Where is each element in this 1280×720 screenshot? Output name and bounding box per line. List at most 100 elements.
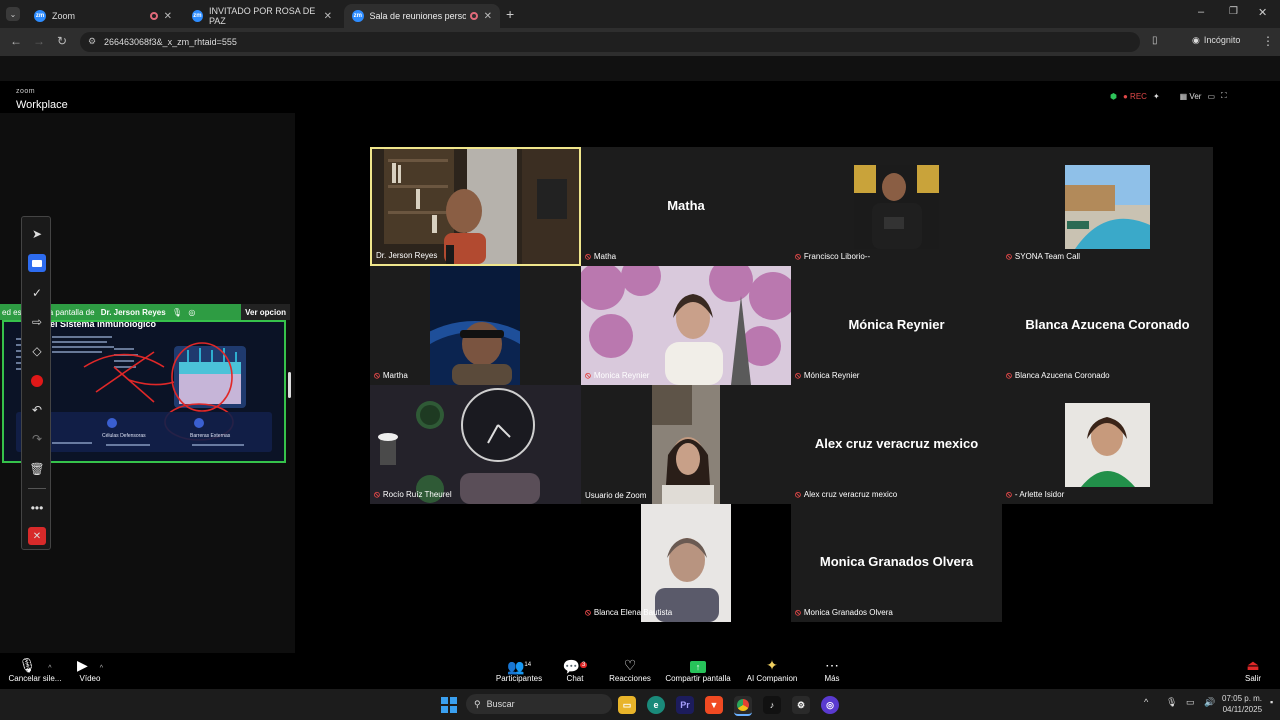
pointer-arrow-icon[interactable]: ➤: [28, 225, 46, 243]
fullscreen-icon[interactable]: ⛶: [1221, 91, 1227, 101]
video-feed: [430, 266, 520, 385]
tab-label: INVITADO POR ROSA DE PAZ: [208, 6, 316, 26]
tab-zoom[interactable]: zm Zoom ✕: [26, 4, 180, 28]
system-clock[interactable]: 07:05 p. m. 04/11/2025: [1222, 693, 1262, 715]
redo-icon[interactable]: ↷: [28, 430, 46, 448]
tray-chevron-icon[interactable]: ^: [1144, 697, 1148, 707]
tab-sala-reuniones[interactable]: zm Sala de reuniones personal ✕: [344, 4, 500, 28]
participant-display-name: Mónica Reynier: [848, 316, 945, 332]
panel-resize-handle[interactable]: [288, 372, 291, 398]
eraser-icon[interactable]: ◇: [28, 342, 46, 360]
more-dots-icon[interactable]: •••: [28, 499, 46, 517]
notifications-icon[interactable]: ▪: [1270, 697, 1273, 707]
meeting-top-controls: ⬢ ● REC ✦ ▦ Ver ▭ ⛶: [1110, 91, 1227, 101]
close-icon[interactable]: ✕: [484, 11, 492, 22]
tab-label: Zoom: [52, 11, 76, 21]
chrome-icon[interactable]: [734, 696, 752, 716]
participant-tile[interactable]: ⦸ SYONA Team Call: [1002, 147, 1213, 266]
participant-name: Dr. Jerson Reyes: [376, 251, 437, 260]
tab-label: Sala de reuniones personal: [369, 11, 466, 21]
participants-count: 14: [524, 662, 532, 668]
participant-tile[interactable]: ⦸ Martha: [370, 266, 581, 385]
tiktok-icon[interactable]: ♪: [763, 696, 781, 714]
tray-microphone-icon[interactable]: 🎙: [1166, 697, 1177, 708]
participant-tile[interactable]: ⦸ Blanca Elena Bautista: [581, 504, 791, 622]
reactions-label: Reacciones: [609, 674, 651, 683]
participant-name-text: Matha: [593, 252, 617, 261]
checkmark-stamp-icon[interactable]: ✓: [28, 284, 46, 302]
muted-mic-icon: 🎙: [171, 307, 183, 317]
muted-mic-icon: ⦸: [585, 370, 591, 380]
close-annotation-icon[interactable]: ✕: [28, 527, 46, 545]
volume-icon[interactable]: 🔊: [1204, 697, 1215, 708]
video-button[interactable]: ▶ ^ Vídeo: [55, 656, 125, 683]
tab-search-button[interactable]: ⌄: [6, 7, 20, 21]
rectangle-shape-icon[interactable]: [28, 254, 46, 272]
muted-mic-icon: ⦸: [374, 370, 380, 380]
page-top-gap: [0, 56, 1280, 81]
participant-tile[interactable]: Monica Granados Olvera ⦸ Monica Granados …: [791, 504, 1002, 622]
participant-name: ⦸ Martha: [374, 370, 408, 381]
security-shield-icon[interactable]: ⬢: [1110, 92, 1117, 101]
file-explorer-icon[interactable]: ▭: [618, 696, 636, 714]
pip-icon[interactable]: ▭: [1207, 92, 1215, 101]
participant-tile[interactable]: Mónica Reynier ⦸ Mónica Reynier: [791, 266, 1002, 385]
network-icon[interactable]: ▭: [1186, 697, 1195, 708]
ai-sparkle-icon[interactable]: ✦: [1153, 92, 1160, 101]
forward-icon[interactable]: →: [33, 34, 45, 48]
edge-icon[interactable]: e: [647, 696, 665, 714]
app-icon[interactable]: ◎: [821, 696, 839, 714]
participant-name: ⦸ Monica Granados Olvera: [795, 607, 893, 618]
video-feed: [581, 266, 791, 385]
windows-start-icon[interactable]: [440, 696, 458, 714]
participant-name-text: Mónica Reynier: [803, 371, 860, 380]
address-bar[interactable]: ⚙ 266463068f3&_x_zm_rhtaid=555: [80, 32, 1140, 52]
participant-tile[interactable]: ⦸ Rocío Ruíz Theurel: [370, 385, 581, 504]
minimize-icon[interactable]: –: [1198, 6, 1204, 18]
reload-icon[interactable]: ↻: [57, 34, 67, 48]
participant-tile[interactable]: Blanca Azucena Coronado ⦸ Blanca Azucena …: [1002, 266, 1213, 385]
participant-tile[interactable]: Matha ⦸ Matha: [581, 147, 791, 266]
share-screen-button[interactable]: ↑ Compartir pantalla: [658, 656, 738, 683]
arrow-right-icon[interactable]: ⇨: [28, 313, 46, 331]
participant-tile[interactable]: Usuario de Zoom: [581, 385, 791, 504]
participant-tile[interactable]: ⦸ - Arlette Isidor: [1002, 385, 1213, 504]
view-options-button[interactable]: Ver opcion: [241, 304, 290, 320]
toolbar-divider: [28, 488, 46, 489]
new-tab-icon[interactable]: +: [506, 6, 514, 22]
browser-tab-bar: ⌄ zm Zoom ✕ zm INVITADO POR ROSA DE PAZ …: [0, 0, 1280, 28]
window-close-icon[interactable]: ✕: [1258, 6, 1267, 19]
incognito-indicator[interactable]: ◉ Incógnito: [1192, 35, 1240, 46]
close-icon[interactable]: ✕: [324, 11, 332, 22]
participant-tile[interactable]: ⦸ Monica Reynier: [581, 266, 791, 385]
recording-badge[interactable]: ● REC: [1123, 92, 1147, 101]
taskbar-search[interactable]: ⚲ Buscar: [466, 694, 612, 714]
brave-icon[interactable]: ▼: [705, 696, 723, 714]
participant-tile[interactable]: Dr. Jerson Reyes: [370, 147, 581, 266]
profile-picture: [854, 165, 939, 249]
site-info-icon[interactable]: ⚙: [88, 36, 96, 47]
clock-date: 04/11/2025: [1222, 705, 1263, 714]
back-icon[interactable]: ←: [10, 34, 22, 48]
more-label: Más: [824, 674, 840, 683]
restore-icon[interactable]: ❐: [1229, 6, 1238, 17]
participant-name: ⦸ Alex cruz veracruz mexico: [795, 489, 897, 500]
more-button[interactable]: ⋯ Más: [797, 656, 867, 683]
close-icon[interactable]: ✕: [164, 11, 172, 22]
reading-mode-icon[interactable]: ▯: [1152, 35, 1158, 46]
reactions-button[interactable]: ♡ Reacciones: [595, 656, 665, 683]
settings-icon[interactable]: ⚙: [792, 696, 810, 714]
view-button[interactable]: ▦ Ver: [1180, 92, 1202, 101]
participant-tile[interactable]: ⦸ Francisco Liborio--: [791, 147, 1002, 266]
leave-button[interactable]: ⏏ Salir: [1218, 656, 1280, 683]
color-picker-icon[interactable]: [28, 372, 46, 390]
trash-icon[interactable]: 🗑: [28, 460, 46, 478]
tab-invitado[interactable]: zm INVITADO POR ROSA DE PAZ ✕: [184, 4, 340, 28]
browser-menu-icon[interactable]: ⋮: [1262, 34, 1274, 48]
undo-icon[interactable]: ↶: [28, 401, 46, 419]
incognito-label: Incógnito: [1203, 35, 1241, 45]
participant-display-name: Alex cruz veracruz mexico: [814, 435, 979, 451]
participant-tile[interactable]: Alex cruz veracruz mexico ⦸ Alex cruz ver…: [791, 385, 1002, 504]
premiere-icon[interactable]: Pr: [676, 696, 694, 714]
chat-label: Chat: [566, 674, 584, 683]
